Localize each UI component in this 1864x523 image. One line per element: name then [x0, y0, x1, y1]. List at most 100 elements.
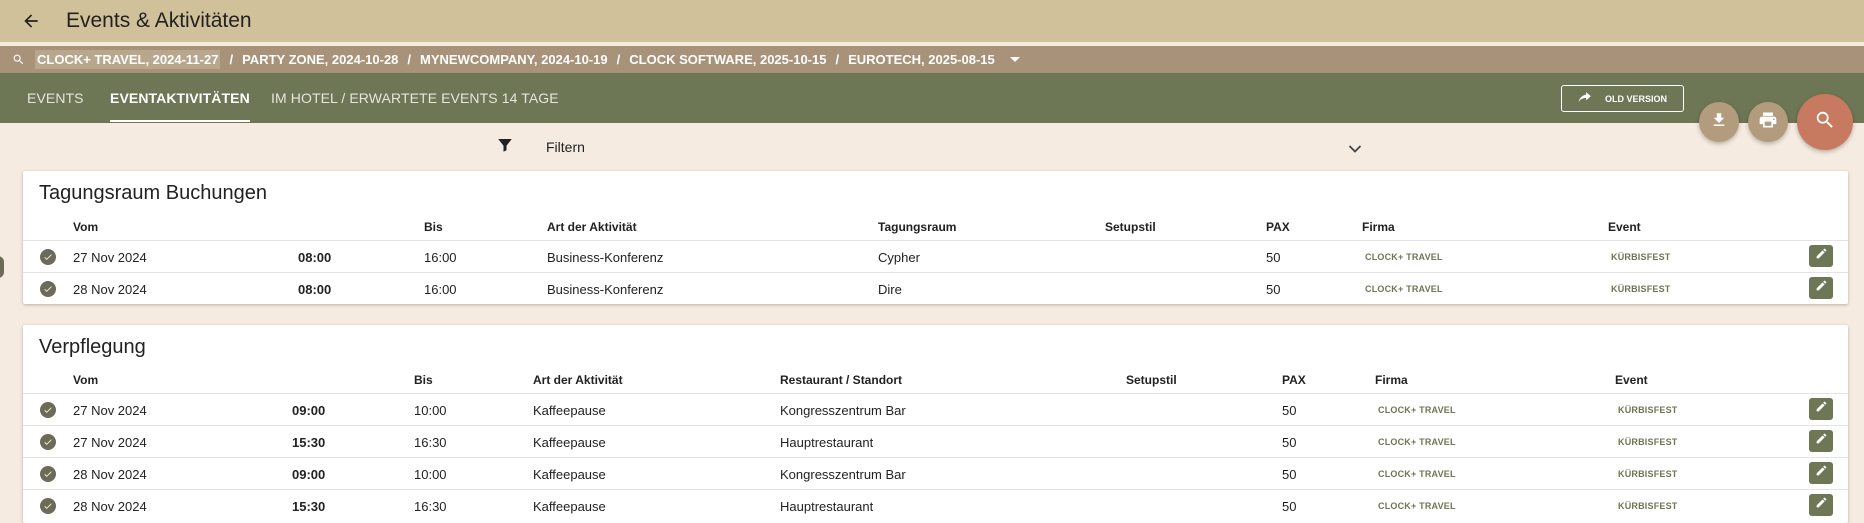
date-cell: 28 Nov 2024	[73, 467, 147, 482]
activity-cell: Kaffeepause	[533, 467, 606, 482]
page-title: Events & Aktivitäten	[66, 9, 252, 32]
pencil-icon	[1815, 400, 1828, 418]
filter-toggle[interactable]: Filtern	[496, 135, 1362, 159]
table-row[interactable]: 27 Nov 2024 15:30 16:30 Kaffeepause Haup…	[23, 425, 1848, 457]
location-cell: Kongresszentrum Bar	[780, 467, 906, 482]
event-chip[interactable]: KÜRBISFEST	[1618, 469, 1678, 479]
pax-cell: 50	[1266, 250, 1281, 265]
table-row[interactable]: 28 Nov 2024 09:00 10:00 Kaffeepause Kong…	[23, 457, 1848, 489]
date-cell: 28 Nov 2024	[73, 282, 147, 297]
catering-card: Verpflegung Vom Bis Art der Aktivität Re…	[23, 325, 1848, 523]
breadcrumb-item[interactable]: EUROTECH, 2025-08-15	[848, 52, 995, 67]
column-header: Restaurant / Standort	[780, 373, 903, 387]
edit-button[interactable]	[1809, 277, 1833, 299]
old-version-label: OLD VERSION	[1604, 93, 1667, 104]
back-arrow-icon[interactable]	[18, 8, 44, 34]
activity-cell: Business-Konferenz	[547, 250, 664, 265]
breadcrumb-separator: /	[835, 52, 840, 67]
pax-cell: 50	[1282, 467, 1297, 482]
table-row[interactable]: 28 Nov 2024 15:30 16:30 Kaffeepause Haup…	[23, 489, 1848, 521]
to-time-cell: 10:00	[414, 467, 447, 482]
event-chip[interactable]: KÜRBISFEST	[1618, 437, 1678, 447]
breadcrumb-item[interactable]: CLOCK+ TRAVEL, 2024-11-27	[35, 50, 221, 69]
edit-button[interactable]	[1809, 398, 1833, 420]
company-chip[interactable]: CLOCK+ TRAVEL	[1378, 405, 1456, 415]
company-chip[interactable]: CLOCK+ TRAVEL	[1365, 284, 1443, 294]
pax-cell: 50	[1266, 282, 1281, 297]
pencil-icon	[1815, 247, 1828, 265]
company-chip[interactable]: CLOCK+ TRAVEL	[1378, 501, 1456, 511]
event-chip[interactable]: KÜRBISFEST	[1618, 501, 1678, 511]
column-header: Art der Aktivität	[547, 220, 637, 234]
event-chip[interactable]: KÜRBISFEST	[1611, 252, 1671, 262]
table-row[interactable]: 28 Nov 2024 08:00 16:00 Business-Konfere…	[23, 272, 1848, 304]
company-chip[interactable]: CLOCK+ TRAVEL	[1378, 469, 1456, 479]
check-circle-icon	[40, 434, 56, 450]
search-icon[interactable]	[12, 53, 26, 67]
download-button[interactable]	[1699, 102, 1739, 142]
breadcrumb-item[interactable]: PARTY ZONE, 2024-10-28	[242, 52, 398, 67]
location-cell: Hauptrestaurant	[780, 499, 874, 514]
event-chip[interactable]: KÜRBISFEST	[1618, 405, 1678, 415]
check-circle-icon	[40, 249, 56, 265]
to-time-cell: 16:30	[414, 435, 447, 450]
column-header: Bis	[424, 220, 443, 234]
search-icon	[1814, 109, 1836, 136]
date-cell: 27 Nov 2024	[73, 250, 147, 265]
company-chip[interactable]: CLOCK+ TRAVEL	[1365, 252, 1443, 262]
print-button[interactable]	[1748, 102, 1788, 142]
column-header: Firma	[1362, 220, 1395, 234]
location-cell: Kongresszentrum Bar	[780, 403, 906, 418]
breadcrumb-separator: /	[229, 52, 234, 67]
edit-button[interactable]	[1809, 494, 1833, 516]
breadcrumb: CLOCK+ TRAVEL, 2024-11-27 / PARTY ZONE, …	[0, 46, 1864, 73]
column-header: Setupstil	[1105, 220, 1156, 234]
column-header: Event	[1615, 373, 1648, 387]
side-panel-handle[interactable]	[0, 256, 4, 278]
breadcrumb-item[interactable]: CLOCK SOFTWARE, 2025-10-15	[629, 52, 826, 67]
edit-button[interactable]	[1809, 245, 1833, 267]
from-time-cell: 15:30	[292, 435, 326, 450]
tab-event-activities[interactable]: EVENTAKTIVITÄTEN	[110, 73, 250, 123]
breadcrumb-separator: /	[616, 52, 621, 67]
pax-cell: 50	[1282, 499, 1297, 514]
print-icon	[1758, 110, 1778, 135]
column-header: Vom	[73, 220, 99, 234]
location-cell: Hauptrestaurant	[780, 435, 874, 450]
search-button[interactable]	[1797, 94, 1853, 150]
tab-events[interactable]: EVENTS	[27, 73, 84, 123]
date-cell: 27 Nov 2024	[73, 403, 147, 418]
pencil-icon	[1815, 432, 1828, 450]
breadcrumb-separator: /	[407, 52, 412, 67]
column-header: Tagungsraum	[878, 220, 957, 234]
column-header: Art der Aktivität	[533, 373, 623, 387]
event-chip[interactable]: KÜRBISFEST	[1611, 284, 1671, 294]
to-time-cell: 16:00	[424, 282, 457, 297]
room-cell: Cypher	[878, 250, 920, 265]
redo-arrow-icon	[1578, 91, 1592, 106]
caret-down-icon[interactable]	[1009, 55, 1021, 65]
date-cell: 27 Nov 2024	[73, 435, 147, 450]
check-circle-icon	[40, 498, 56, 514]
edit-button[interactable]	[1809, 462, 1833, 484]
room-cell: Dire	[878, 282, 902, 297]
column-header: Firma	[1375, 373, 1408, 387]
column-header: PAX	[1266, 220, 1290, 234]
chevron-down-icon[interactable]	[1348, 141, 1362, 153]
table-row[interactable]: 27 Nov 2024 08:00 16:00 Business-Konfere…	[23, 240, 1848, 272]
pencil-icon	[1815, 496, 1828, 514]
column-header: Bis	[414, 373, 433, 387]
activity-cell: Kaffeepause	[533, 435, 606, 450]
app-header: Events & Aktivitäten	[0, 0, 1864, 42]
edit-button[interactable]	[1809, 430, 1833, 452]
pencil-icon	[1815, 279, 1828, 297]
date-cell: 28 Nov 2024	[73, 499, 147, 514]
company-chip[interactable]: CLOCK+ TRAVEL	[1378, 437, 1456, 447]
breadcrumb-item[interactable]: MYNEWCOMPANY, 2024-10-19	[420, 52, 608, 67]
table-row[interactable]: 27 Nov 2024 09:00 10:00 Kaffeepause Kong…	[23, 393, 1848, 425]
old-version-button[interactable]: OLD VERSION	[1561, 85, 1684, 112]
tab-in-hotel-expected-events[interactable]: IM HOTEL / ERWARTETE EVENTS 14 TAGE	[271, 73, 559, 123]
column-header: Event	[1608, 220, 1641, 234]
meeting-room-bookings-card: Tagungsraum Buchungen Vom Bis Art der Ak…	[23, 171, 1848, 304]
to-time-cell: 16:30	[414, 499, 447, 514]
